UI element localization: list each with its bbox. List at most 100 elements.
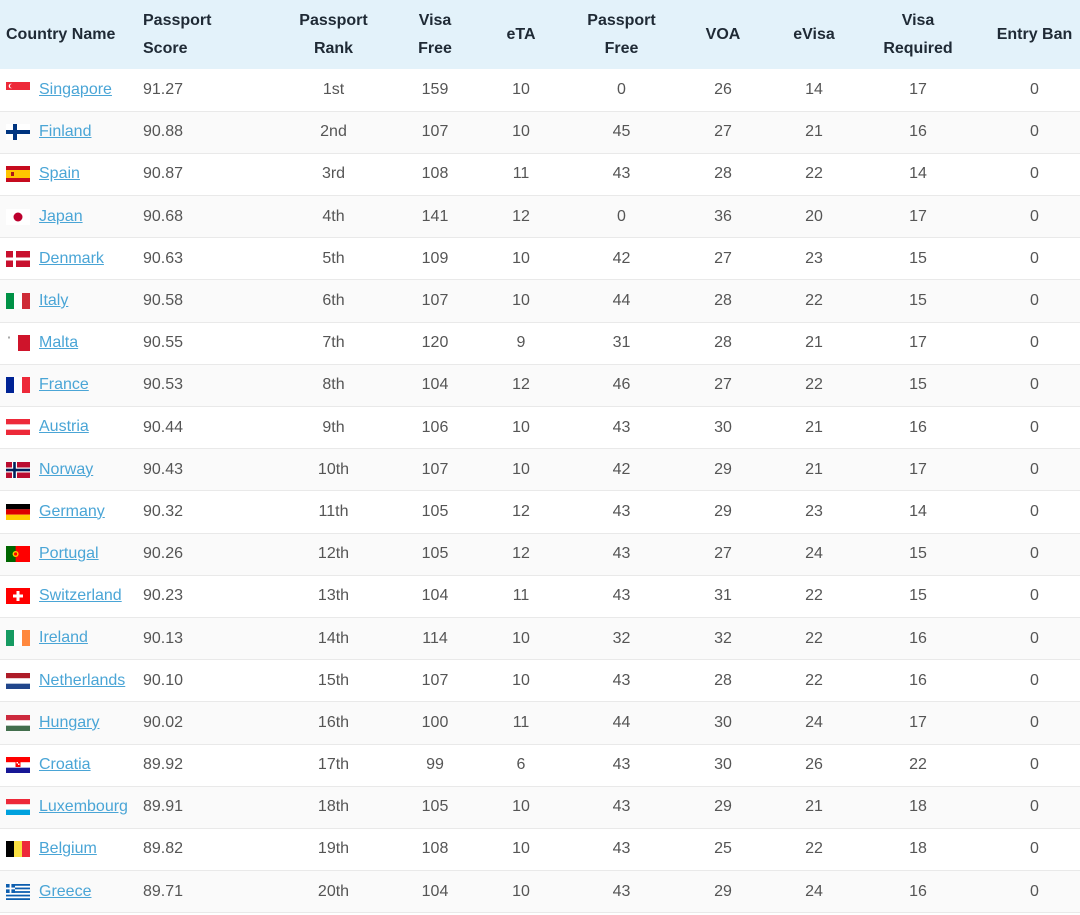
spain-flag-icon	[6, 166, 30, 183]
column-header-evisa[interactable]: eVisa	[781, 0, 847, 69]
table-body: Singapore 91.27 1st 159 10 0 26 14 17 0 Finland 90.…	[0, 69, 1080, 913]
table-row: Malta 90.55 7th 120 9 31 28 21 17 0	[0, 322, 1080, 365]
evisa-cell: 22	[805, 840, 823, 858]
passport-free-cell: 44	[612, 713, 631, 731]
eta-cell: 10	[512, 80, 530, 98]
country-link[interactable]: Austria	[39, 418, 89, 435]
country-link[interactable]: Belgium	[39, 840, 97, 857]
country-cell: Singapore	[0, 69, 133, 111]
table-row: Italy 90.58 6th 107 10 44 28 22 15 0	[0, 279, 1080, 323]
netherlands-flag-icon	[6, 672, 30, 689]
passport-free-cell: 43	[612, 418, 631, 436]
country-link[interactable]: Luxembourg	[39, 798, 128, 815]
passport-rank-cell: 18th	[317, 798, 350, 816]
column-header-visa-free[interactable]: Visa Free	[406, 0, 464, 69]
voa-cell: 28	[714, 671, 732, 689]
visa-free-cell: 105	[421, 545, 449, 563]
eta-cell: 10	[512, 882, 530, 900]
evisa-cell: 21	[805, 418, 823, 436]
passport-rank-cell: 8th	[322, 376, 345, 394]
entry-ban-cell: 0	[1030, 249, 1039, 267]
malta-flag-icon	[6, 335, 30, 352]
country-link[interactable]: Germany	[39, 503, 105, 520]
country-link[interactable]: Norway	[39, 461, 93, 478]
country-link[interactable]: Ireland	[39, 629, 88, 646]
country-cell: Luxembourg	[0, 786, 133, 828]
country-link[interactable]: Singapore	[39, 81, 112, 98]
country-link[interactable]: Spain	[39, 165, 80, 182]
eta-cell: 10	[512, 671, 530, 689]
passport-score-cell: 89.92	[143, 756, 184, 774]
entry-ban-cell: 0	[1030, 629, 1039, 647]
country-link[interactable]: Finland	[39, 123, 91, 140]
switzerland-flag-icon	[6, 588, 30, 605]
passport-score-cell: 90.13	[143, 629, 184, 647]
passport-rank-cell: 1st	[322, 80, 345, 98]
italy-flag-icon	[6, 292, 30, 309]
passport-rank-cell: 14th	[317, 629, 350, 647]
country-link[interactable]: Malta	[39, 334, 78, 351]
croatia-flag-icon	[6, 756, 30, 773]
country-link[interactable]: Japan	[39, 208, 83, 225]
passport-free-cell: 43	[612, 840, 631, 858]
table-row: Singapore 91.27 1st 159 10 0 26 14 17 0	[0, 69, 1080, 112]
evisa-cell: 21	[805, 123, 823, 141]
evisa-cell: 26	[805, 756, 823, 774]
column-header-passport-rank[interactable]: Passport Rank	[261, 0, 406, 69]
country-cell: Denmark	[0, 238, 133, 280]
country-link[interactable]: Croatia	[39, 756, 91, 773]
country-cell: Switzerland	[0, 575, 133, 617]
column-header-eta[interactable]: eTA	[464, 0, 578, 69]
entry-ban-cell: 0	[1030, 671, 1039, 689]
passport-score-cell: 89.91	[143, 798, 184, 816]
eta-cell: 10	[512, 798, 530, 816]
eta-cell: 9	[516, 334, 526, 352]
country-link[interactable]: Italy	[39, 292, 68, 309]
entry-ban-cell: 0	[1030, 207, 1039, 225]
column-header-voa[interactable]: VOA	[665, 0, 781, 69]
table-row: Greece 89.71 20th 104 10 43 29 24 16 0	[0, 870, 1080, 913]
evisa-cell: 20	[805, 207, 823, 225]
eta-cell: 10	[512, 460, 530, 478]
table-row: Portugal 90.26 12th 105 12 43 27 24 15 0	[0, 533, 1080, 576]
visa-required-cell: 17	[909, 207, 927, 225]
eta-cell: 11	[512, 165, 530, 183]
column-header-entry-ban[interactable]: Entry Ban	[989, 0, 1080, 69]
voa-cell: 29	[714, 882, 732, 900]
country-cell: Hungary	[0, 702, 133, 744]
evisa-cell: 23	[805, 502, 823, 520]
evisa-cell: 21	[805, 798, 823, 816]
passport-score-cell: 90.55	[143, 334, 184, 352]
country-link[interactable]: Hungary	[39, 714, 99, 731]
passport-score-cell: 90.68	[143, 207, 184, 225]
passport-rank-cell: 17th	[317, 756, 350, 774]
germany-flag-icon	[6, 503, 30, 520]
belgium-flag-icon	[6, 841, 30, 858]
visa-required-cell: 15	[909, 376, 927, 394]
column-header-visa-required[interactable]: Visa Required	[847, 0, 989, 69]
voa-cell: 29	[714, 502, 732, 520]
voa-cell: 28	[714, 334, 732, 352]
hungary-flag-icon	[6, 714, 30, 731]
country-link[interactable]: Denmark	[39, 250, 104, 267]
country-link[interactable]: Netherlands	[39, 672, 125, 689]
greece-flag-icon	[6, 883, 30, 900]
country-link[interactable]: Greece	[39, 883, 91, 900]
entry-ban-cell: 0	[1030, 502, 1039, 520]
country-link[interactable]: Portugal	[39, 545, 99, 562]
evisa-cell: 21	[805, 334, 823, 352]
france-flag-icon	[6, 377, 30, 394]
column-header-passport-free[interactable]: Passport Free	[578, 0, 665, 69]
column-header-passport-score[interactable]: Passport Score	[133, 0, 261, 69]
visa-required-cell: 14	[909, 165, 927, 183]
country-link[interactable]: Switzerland	[39, 587, 122, 604]
passport-score-cell: 90.44	[143, 418, 184, 436]
denmark-flag-icon	[6, 250, 30, 267]
visa-free-cell: 120	[421, 334, 449, 352]
country-link[interactable]: France	[39, 376, 89, 393]
passport-score-cell: 90.53	[143, 376, 184, 394]
evisa-cell: 24	[805, 545, 823, 563]
column-header-country-name[interactable]: Country Name	[0, 0, 133, 69]
entry-ban-cell: 0	[1030, 376, 1039, 394]
table-row: Ireland 90.13 14th 114 10 32 32 22 16 0	[0, 617, 1080, 660]
